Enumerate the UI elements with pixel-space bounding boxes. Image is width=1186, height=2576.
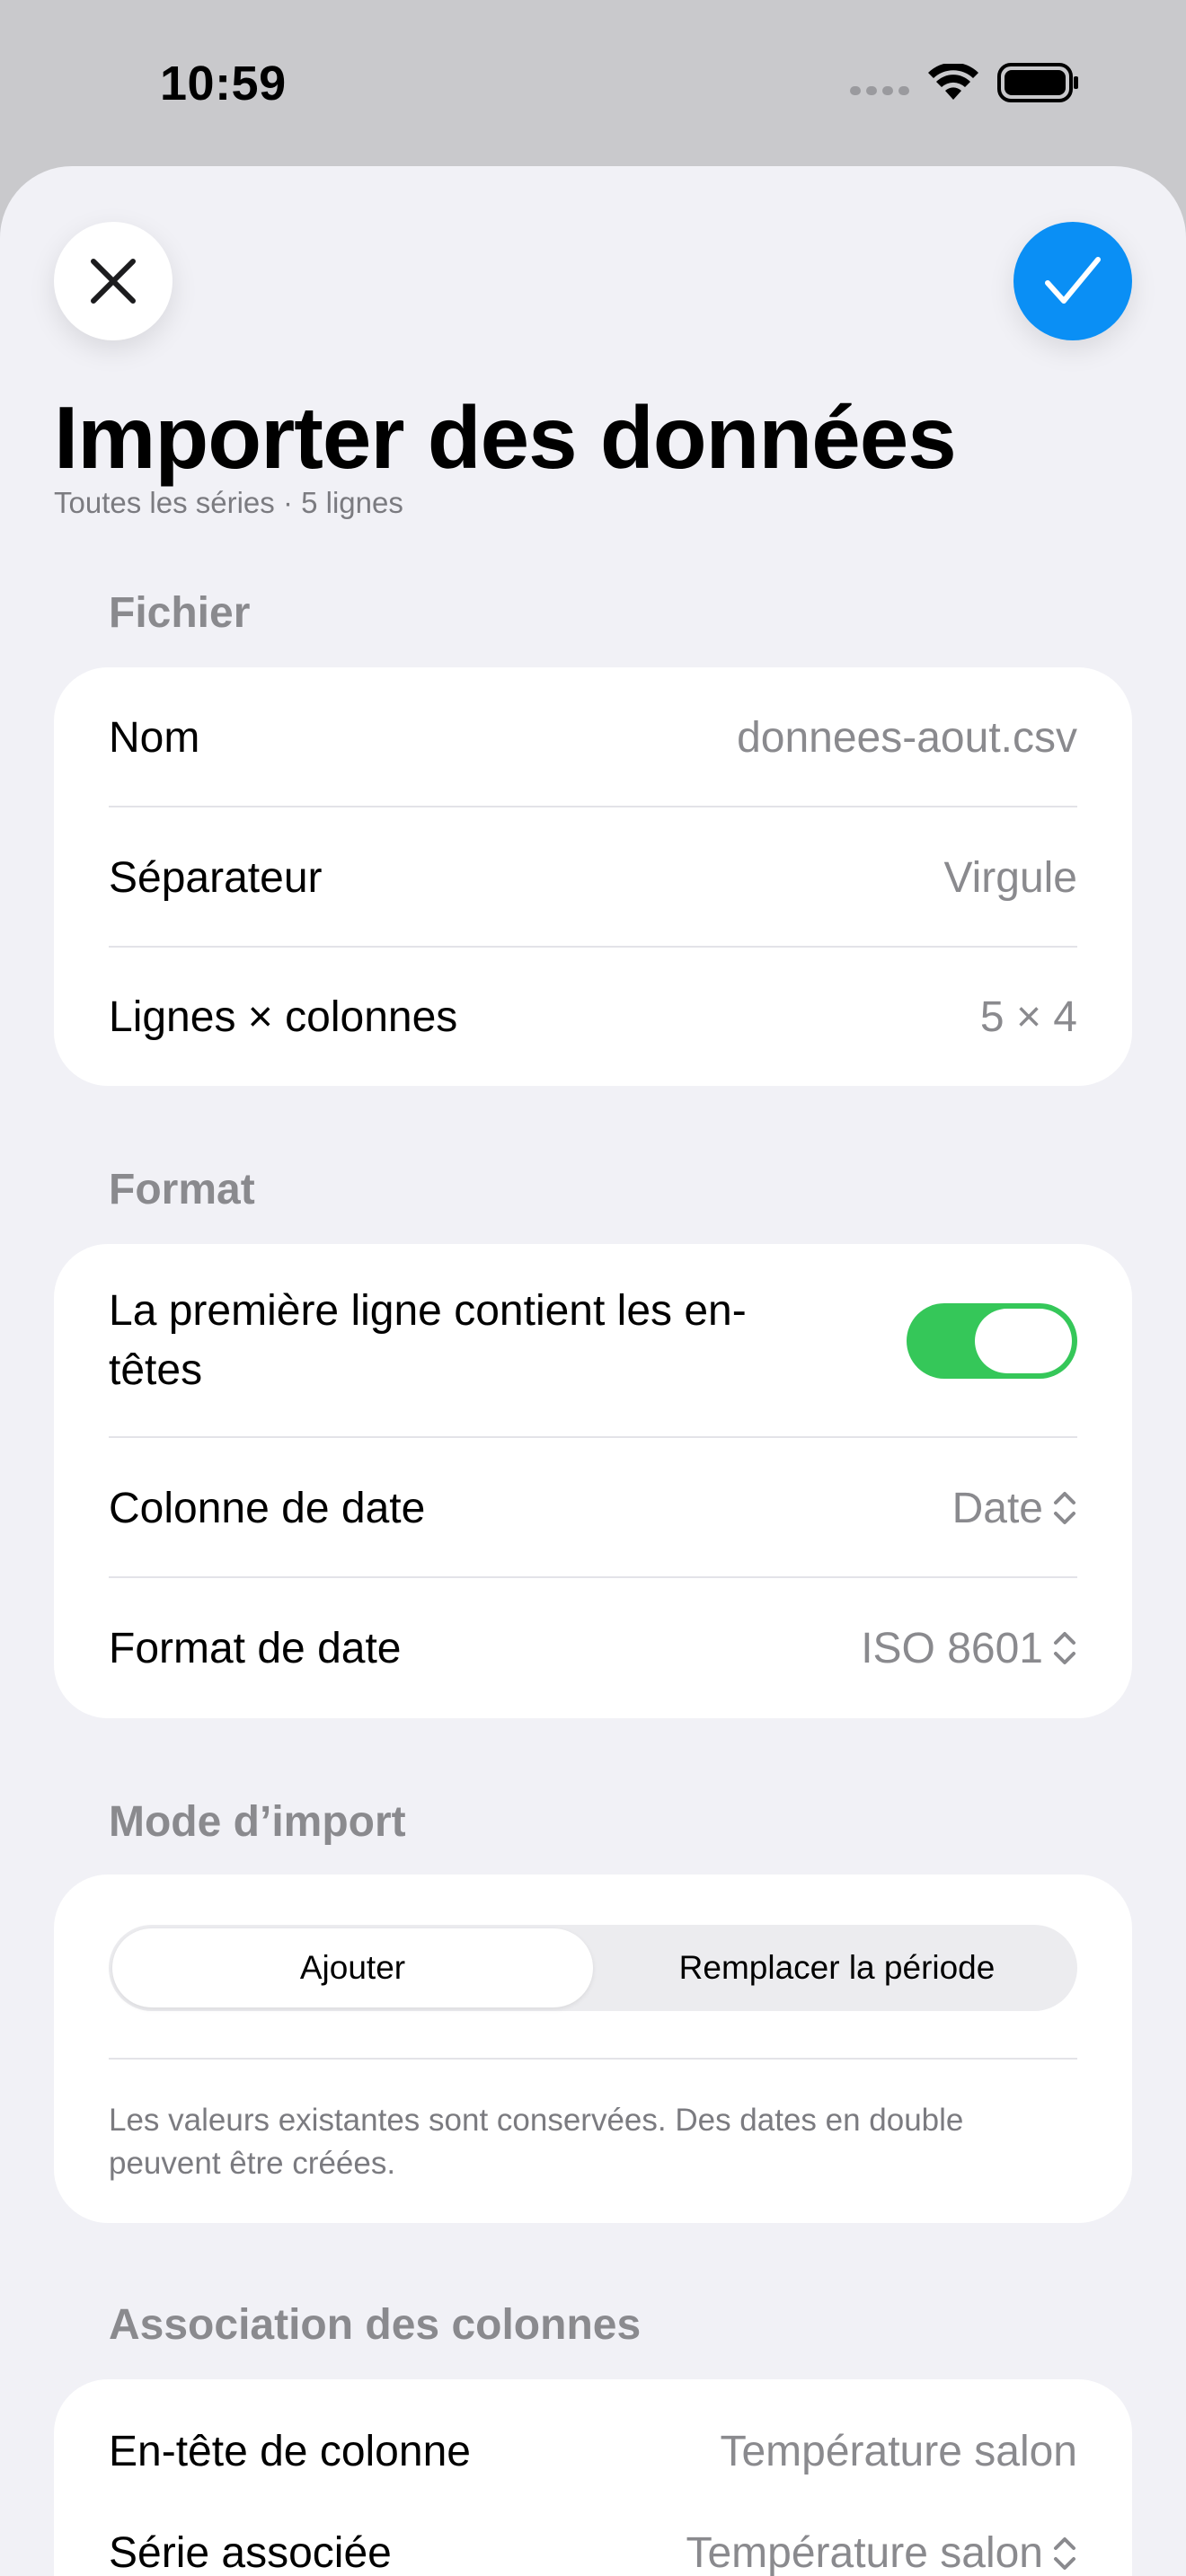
chevron-up-down-icon bbox=[1054, 1492, 1075, 1524]
toggle-knob bbox=[975, 1309, 1072, 1373]
dimensions-row: Lignes × colonnes 5 × 4 bbox=[109, 948, 1077, 1086]
row-value: Virgule bbox=[943, 853, 1077, 902]
status-time: 10:59 bbox=[160, 57, 287, 110]
segment-replace-period[interactable]: Remplacer la période bbox=[597, 1925, 1077, 2011]
row-value: donnees-aout.csv bbox=[737, 713, 1077, 762]
row-value: 5 × 4 bbox=[979, 992, 1077, 1041]
first-row-headers-row: La première ligne contient les en-têtes bbox=[109, 1244, 1077, 1438]
row-label: Format de date bbox=[109, 1624, 402, 1672]
import-mode-note: Les valeurs existantes sont conservées. … bbox=[109, 2103, 964, 2181]
date-format-picker[interactable]: ISO 8601 bbox=[861, 1624, 1077, 1673]
chevron-up-down-icon bbox=[1054, 2536, 1075, 2570]
row-label: La première ligne contient les en-têtes bbox=[109, 1287, 747, 1394]
confirm-button[interactable] bbox=[1013, 222, 1132, 340]
format-card: La première ligne contient les en-têtes … bbox=[54, 1244, 1132, 1718]
row-label: Colonne de date bbox=[109, 1484, 426, 1532]
battery-icon bbox=[997, 63, 1078, 102]
separator-row: Séparateur Virgule bbox=[109, 807, 1077, 948]
import-mode-segmented-control[interactable]: Ajouter Remplacer la période bbox=[109, 1925, 1077, 2011]
row-label: Nom bbox=[109, 713, 200, 762]
series-picker[interactable]: Température salon bbox=[686, 2528, 1077, 2576]
section-header-import-mode: Mode d’import bbox=[109, 1798, 406, 1846]
import-mode-card: Ajouter Remplacer la période Les valeurs… bbox=[54, 1875, 1132, 2223]
column-mapping-card: En-tête de colonne Température salon Sér… bbox=[54, 2379, 1132, 2576]
section-header-file: Fichier bbox=[109, 589, 251, 637]
file-card: Nom donnees-aout.csv Séparateur Virgule … bbox=[54, 667, 1132, 1086]
row-label: Séparateur bbox=[109, 853, 323, 902]
close-icon bbox=[91, 259, 136, 304]
file-name-row: Nom donnees-aout.csv bbox=[109, 667, 1077, 807]
section-header-format: Format bbox=[109, 1166, 255, 1213]
segment-add[interactable]: Ajouter bbox=[112, 1928, 593, 2007]
section-header-column-mapping: Association des colonnes bbox=[109, 2301, 642, 2349]
first-row-headers-toggle[interactable] bbox=[907, 1303, 1077, 1379]
column-header-row: En-tête de colonne Température salon bbox=[109, 2379, 1077, 2523]
row-value: Température salon bbox=[720, 2427, 1077, 2475]
date-column-row[interactable]: Colonne de date Date bbox=[109, 1438, 1077, 1578]
divider bbox=[109, 2058, 1077, 2060]
cellular-signal-icon bbox=[850, 86, 909, 95]
picker-value: Température salon bbox=[686, 2529, 1043, 2576]
row-label: Série associée bbox=[109, 2529, 392, 2576]
series-row[interactable]: Série associée Température salon bbox=[109, 2523, 1077, 2576]
checkmark-icon bbox=[1045, 257, 1101, 304]
page-subtitle: Toutes les séries · 5 lignes bbox=[54, 486, 403, 519]
row-label: En-tête de colonne bbox=[109, 2427, 471, 2475]
page-title: Importer des données bbox=[54, 388, 957, 487]
date-format-row[interactable]: Format de date ISO 8601 bbox=[109, 1578, 1077, 1718]
date-column-picker[interactable]: Date bbox=[952, 1484, 1077, 1533]
row-label: Lignes × colonnes bbox=[109, 992, 458, 1041]
picker-value: ISO 8601 bbox=[861, 1624, 1043, 1672]
chevron-up-down-icon bbox=[1054, 1632, 1075, 1664]
close-button[interactable] bbox=[54, 222, 173, 340]
picker-value: Date bbox=[951, 1484, 1043, 1532]
import-sheet: Importer des données Toutes les séries ·… bbox=[0, 166, 1186, 2576]
wifi-icon bbox=[928, 64, 978, 100]
status-bar: 10:59 bbox=[0, 0, 1186, 166]
